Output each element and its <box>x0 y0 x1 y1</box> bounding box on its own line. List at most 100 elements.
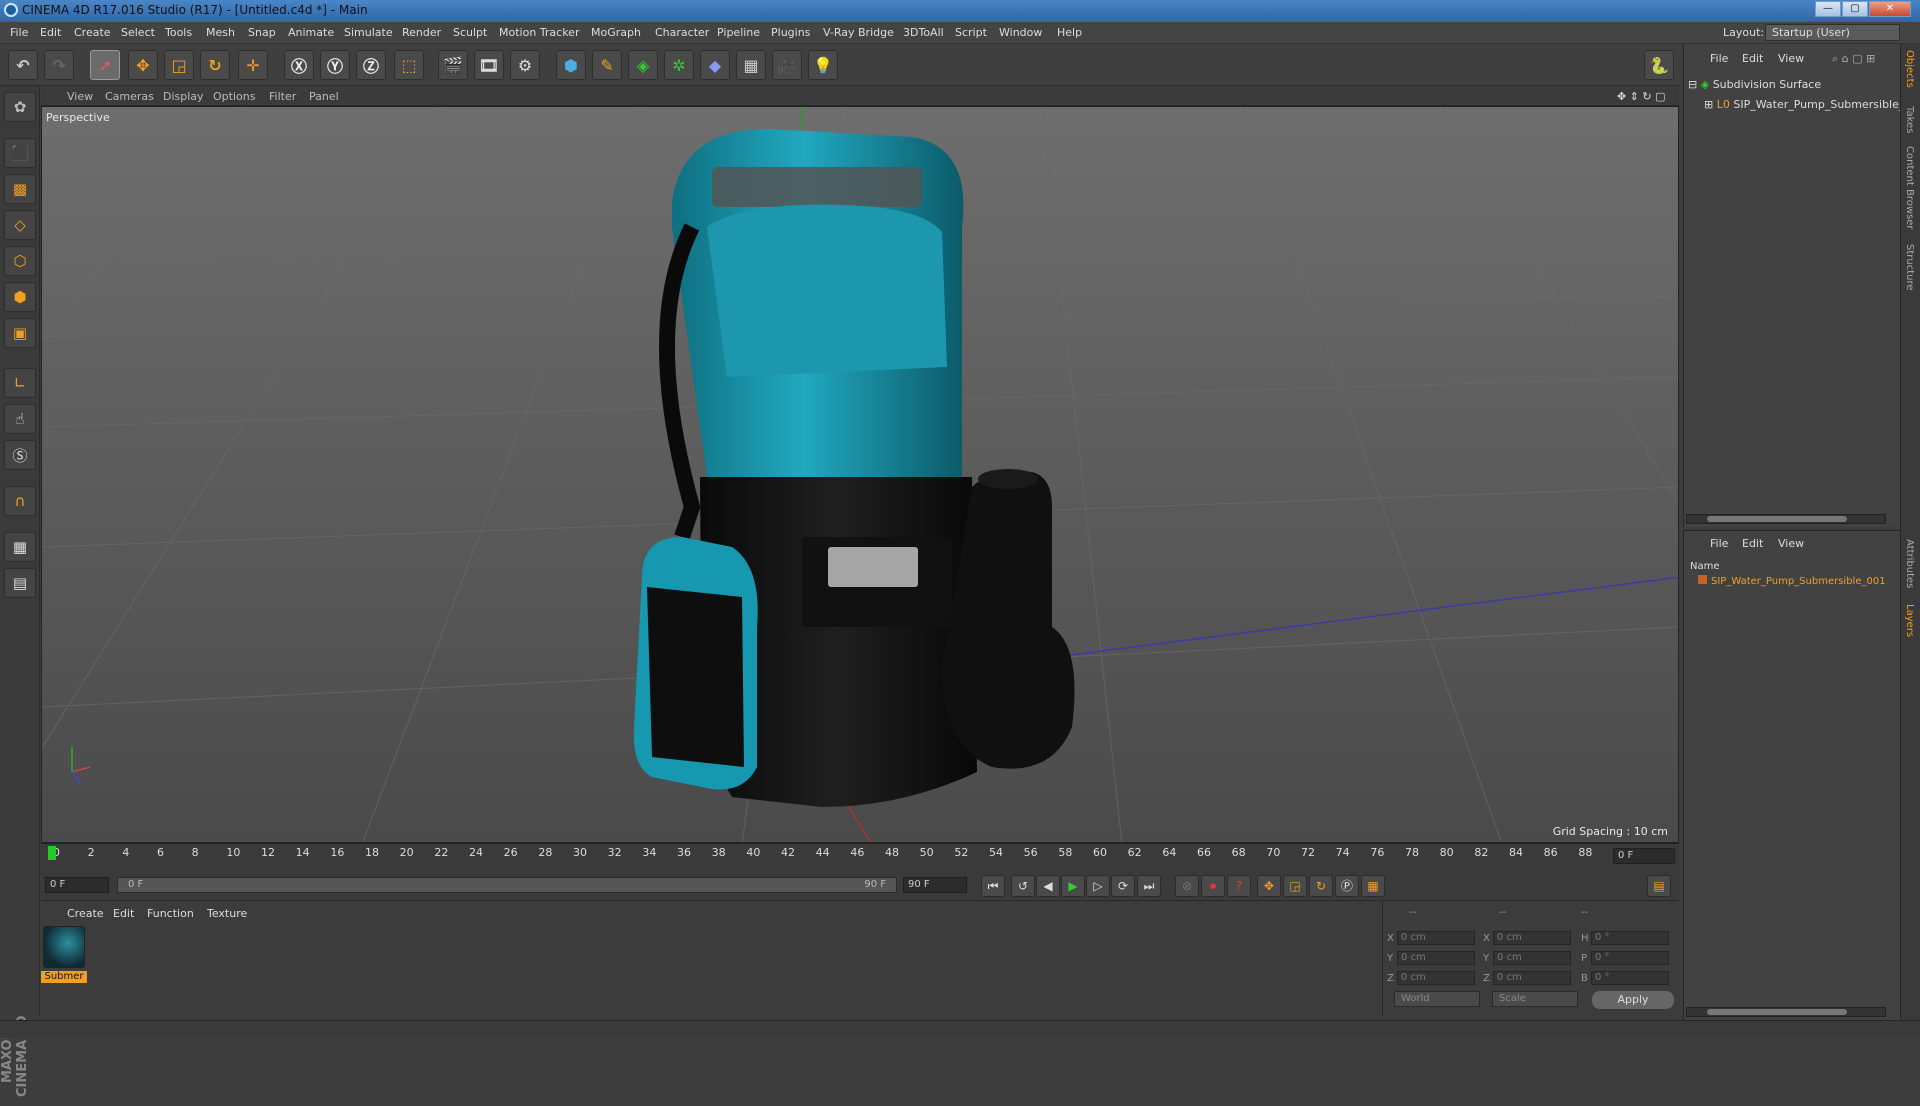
vp-menu-display[interactable]: Display <box>163 90 204 103</box>
tweak-mode-icon[interactable]: ☝ <box>4 404 36 434</box>
pen-spline-icon[interactable]: ✎ <box>592 50 622 80</box>
menu-edit[interactable]: Edit <box>40 26 61 39</box>
subdivision-surface-icon[interactable]: ◈ <box>628 50 658 80</box>
tab-layers[interactable]: Layers <box>1904 604 1915 637</box>
menu-script[interactable]: Script <box>955 26 987 39</box>
timeline-window-icon[interactable]: ▤ <box>1647 875 1671 897</box>
go-to-start-icon[interactable]: ⏮ <box>981 875 1005 897</box>
previous-key-icon[interactable]: ↺ <box>1011 875 1035 897</box>
recent-tool-icon[interactable]: ✛ <box>238 50 268 80</box>
loop-icon[interactable]: ⟳ <box>1111 875 1135 897</box>
render-view-icon[interactable]: 🎬 <box>438 50 468 80</box>
menu-create[interactable]: Create <box>74 26 111 39</box>
menu-vray-bridge[interactable]: V-Ray Bridge <box>823 26 894 39</box>
workplane-mode-icon[interactable]: ◇ <box>4 210 36 240</box>
size-y-field[interactable]: 0 cm <box>1493 951 1571 965</box>
obj-menu-edit[interactable]: Edit <box>1742 52 1763 65</box>
render-settings-icon[interactable]: ⚙ <box>510 50 540 80</box>
python-icon[interactable]: 🐍 <box>1644 50 1674 80</box>
menu-window[interactable]: Window <box>999 26 1042 39</box>
tab-content-browser[interactable]: Content Browser <box>1904 146 1915 229</box>
vp-menu-options[interactable]: Options <box>213 90 255 103</box>
menu-animate[interactable]: Animate <box>288 26 334 39</box>
playhead-marker[interactable] <box>48 846 56 860</box>
start-frame-field[interactable]: 0 F <box>45 877 109 893</box>
current-frame-field[interactable]: 0 F <box>1613 848 1675 864</box>
go-to-end-icon[interactable]: ⏭ <box>1137 875 1161 897</box>
magnet-icon[interactable]: ∩ <box>4 486 36 516</box>
lock-workplane-icon[interactable]: ▦ <box>4 532 36 562</box>
undo-icon[interactable]: ↶ <box>8 50 38 80</box>
camera-icon[interactable]: 🎥 <box>772 50 802 80</box>
x-axis-lock-icon[interactable]: Ⓧ <box>284 50 314 80</box>
layer-horizontal-scrollbar[interactable] <box>1686 1007 1886 1017</box>
menu-3dtoall[interactable]: 3DToAll <box>903 26 944 39</box>
layer-menu-view[interactable]: View <box>1778 537 1804 550</box>
move-tool-icon[interactable]: ✥ <box>128 50 158 80</box>
mat-menu-function[interactable]: Function <box>147 907 194 920</box>
menu-motion-tracker[interactable]: Motion Tracker <box>499 26 579 39</box>
autokey-icon[interactable]: ⏺ <box>1201 875 1225 897</box>
menu-tools[interactable]: Tools <box>165 26 192 39</box>
vp-menu-filter[interactable]: Filter <box>269 90 296 103</box>
y-axis-lock-icon[interactable]: Ⓨ <box>320 50 350 80</box>
snap-icon[interactable]: Ⓢ <box>4 440 36 470</box>
menu-plugins[interactable]: Plugins <box>771 26 810 39</box>
perspective-viewport[interactable]: Perspective Grid Spacing : 10 cm <box>41 106 1679 843</box>
polygons-mode-icon[interactable]: ▣ <box>4 318 36 348</box>
previous-frame-icon[interactable]: ◀ <box>1036 875 1060 897</box>
deformer-icon[interactable]: ◆ <box>700 50 730 80</box>
key-rotation-icon[interactable]: ↻ <box>1309 875 1333 897</box>
points-mode-icon[interactable]: ⬡ <box>4 246 36 276</box>
obj-menu-file[interactable]: File <box>1710 52 1728 65</box>
make-editable-icon[interactable]: ✿ <box>4 92 36 122</box>
mat-menu-edit[interactable]: Edit <box>113 907 134 920</box>
cube-primitive-icon[interactable]: ⬢ <box>556 50 586 80</box>
material-label[interactable]: Submer <box>41 971 87 983</box>
position-y-field[interactable]: 0 cm <box>1397 951 1475 965</box>
mat-menu-create[interactable]: Create <box>67 907 104 920</box>
vp-menu-view[interactable]: View <box>67 90 93 103</box>
tab-takes[interactable]: Takes <box>1904 106 1915 133</box>
object-horizontal-scrollbar[interactable] <box>1686 514 1886 524</box>
scale-tool-icon[interactable]: ◲ <box>164 50 194 80</box>
key-scale-icon[interactable]: ◲ <box>1283 875 1307 897</box>
tab-structure[interactable]: Structure <box>1904 244 1915 291</box>
menu-select[interactable]: Select <box>121 26 155 39</box>
record-keys-icon[interactable]: ⊘ <box>1175 875 1199 897</box>
vp-menu-panel[interactable]: Panel <box>309 90 339 103</box>
coordinate-system-icon[interactable]: ⬚ <box>394 50 424 80</box>
planar-workplane-icon[interactable]: ▤ <box>4 568 36 598</box>
close-button[interactable]: ✕ <box>1869 1 1911 17</box>
floor-icon[interactable]: ▦ <box>736 50 766 80</box>
position-z-field[interactable]: 0 cm <box>1397 971 1475 985</box>
position-x-field[interactable]: 0 cm <box>1397 931 1475 945</box>
rotation-h-field[interactable]: 0 ° <box>1591 931 1669 945</box>
tab-objects[interactable]: Objects <box>1904 50 1915 88</box>
layer-menu-edit[interactable]: Edit <box>1742 537 1763 550</box>
layer-row[interactable]: SIP_Water_Pump_Submersible_001 <box>1698 575 1886 587</box>
minimize-button[interactable]: — <box>1815 1 1841 17</box>
frame-range-slider[interactable]: 0 F 90 F <box>117 877 897 893</box>
menu-snap[interactable]: Snap <box>248 26 276 39</box>
key-pla-icon[interactable]: ▦ <box>1361 875 1385 897</box>
world-mode-dropdown[interactable]: World <box>1394 991 1480 1007</box>
layer-menu-file[interactable]: File <box>1710 537 1728 550</box>
tree-item-water-pump[interactable]: ⊞ L0 SIP_Water_Pump_Submersible_00 <box>1704 98 1918 111</box>
axis-mode-icon[interactable]: ∟ <box>4 368 36 398</box>
layout-select[interactable]: Startup (User) <box>1765 24 1900 41</box>
material-swatch[interactable] <box>43 926 85 968</box>
maximize-button[interactable]: ▢ <box>1842 1 1868 17</box>
render-picture-viewer-icon[interactable]: 🎞 <box>474 50 504 80</box>
size-x-field[interactable]: 0 cm <box>1493 931 1571 945</box>
size-z-field[interactable]: 0 cm <box>1493 971 1571 985</box>
obj-search-icon[interactable]: ⌕ ⌂ ▢ ⊞ <box>1832 52 1875 66</box>
end-frame-field[interactable]: 90 F <box>903 877 967 893</box>
key-position-icon[interactable]: ✥ <box>1257 875 1281 897</box>
mat-menu-texture[interactable]: Texture <box>207 907 247 920</box>
menu-help[interactable]: Help <box>1057 26 1082 39</box>
tab-attributes[interactable]: Attributes <box>1904 539 1915 588</box>
select-arrow-icon[interactable]: ➚ <box>90 50 120 80</box>
rotation-b-field[interactable]: 0 ° <box>1591 971 1669 985</box>
menu-render[interactable]: Render <box>402 26 441 39</box>
